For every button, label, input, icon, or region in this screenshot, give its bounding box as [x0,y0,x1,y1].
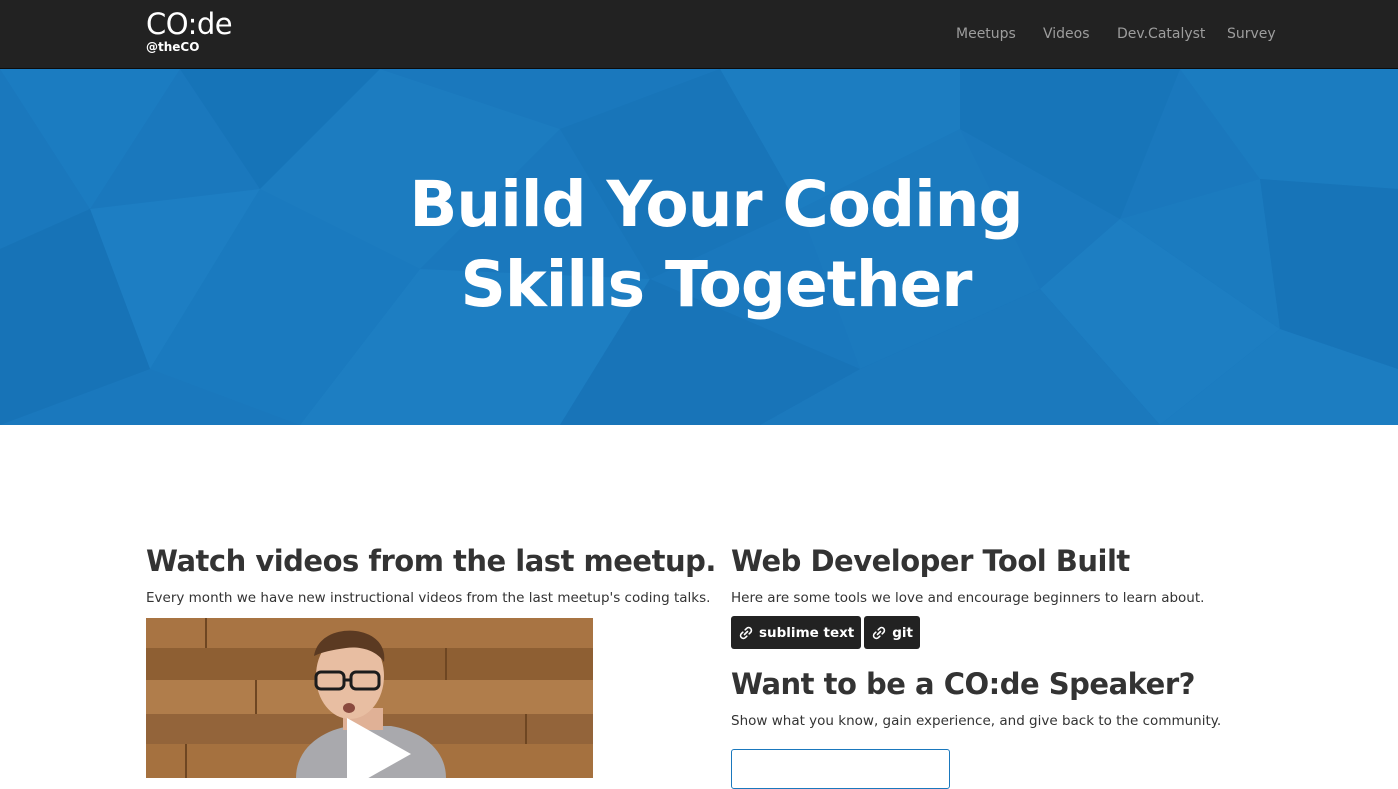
speaker-section-description: Show what you know, gain experience, and… [731,713,1222,729]
nav-item-videos[interactable]: Videos [1043,26,1090,42]
tag-label: sublime text [759,624,855,641]
tools-section: Web Developer Tool Built Here are some t… [731,540,1291,789]
hero-title-line-2: Skills Together [460,248,973,321]
videos-section-description: Every month we have new instructional vi… [146,590,711,606]
nav-item-survey[interactable]: Survey [1227,26,1276,42]
nav-item-dev-catalyst[interactable]: Dev.Catalyst [1117,26,1205,42]
hero-title-line-1: Build Your Coding [409,168,1023,241]
hero-banner: Build Your Coding Skills Together [0,69,1398,425]
video-preview-image [146,618,593,778]
nav-item-meetups[interactable]: Meetups [956,26,1016,42]
tools-section-title: Web Developer Tool Built [731,544,1130,578]
tool-tags: sublime text git [731,616,1291,649]
speaker-section: Want to be a CO:de Speaker? Show what yo… [731,663,1291,789]
tag-git[interactable]: git [864,616,921,649]
brand-handle: @theCO [146,40,200,54]
speaker-section-title: Want to be a CO:de Speaker? [731,667,1195,701]
tools-section-description: Here are some tools we love and encourag… [731,590,1205,606]
link-icon [872,626,886,640]
videos-section: Watch videos from the last meetup. Every… [146,540,716,778]
hero-title: Build Your Coding Skills Together [0,165,1398,325]
link-icon [739,626,753,640]
brand-logo-link[interactable]: CO:de @theCO [146,7,233,54]
speaker-signup-button[interactable] [731,749,950,789]
brand-name: CO:de [146,7,233,41]
top-navbar: CO:de @theCO Meetups Videos Dev.Catalyst… [0,0,1398,69]
tag-label: git [892,624,914,641]
videos-section-title: Watch videos from the last meetup. [146,544,716,578]
video-thumbnail[interactable] [146,618,593,778]
tag-sublime-text[interactable]: sublime text [731,616,862,649]
